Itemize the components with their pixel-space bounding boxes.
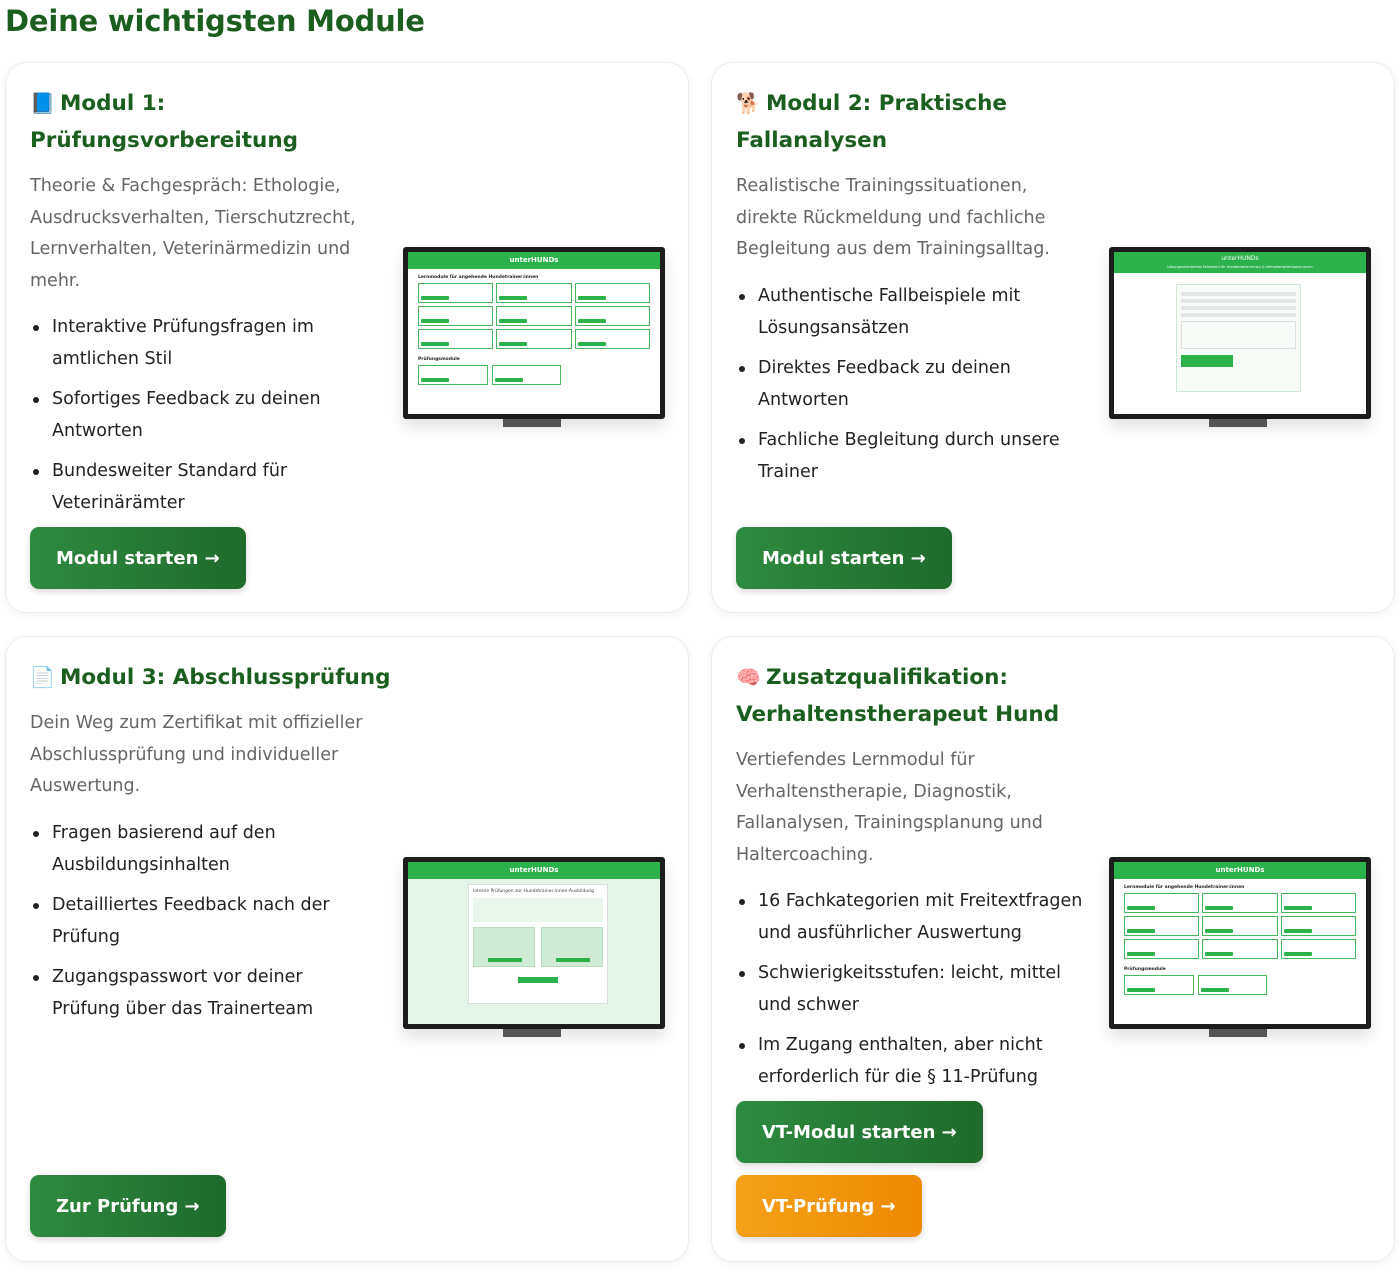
list-item: Im Zugang enthalten, aber nicht erforder…: [736, 1030, 1086, 1093]
start-module-button[interactable]: Modul starten →: [736, 527, 952, 589]
list-item: Sofortiges Feedback zu deinen Antworten: [30, 384, 375, 447]
brand-logo: unterHUNDs: [408, 252, 660, 269]
list-item: Schwierigkeitsstufen: leicht, mittel und…: [736, 958, 1086, 1021]
brand-logo: unterHUNDs: [1114, 862, 1366, 879]
go-to-exam-button[interactable]: Zur Prüfung →: [30, 1175, 226, 1237]
dog-icon: 🐕: [736, 91, 761, 115]
brand-logo: unterHUNDs: [1221, 255, 1259, 262]
module-description: Dein Weg zum Zertifikat mit offizieller …: [30, 713, 363, 796]
start-module-button[interactable]: Modul starten →: [30, 527, 246, 589]
book-icon: 📘: [30, 91, 55, 115]
list-item: Direktes Feedback zu deinen Antworten: [736, 353, 1081, 416]
module-card-2: 🐕 Modul 2: Praktische Fallanalysen Realis…: [711, 62, 1395, 613]
feature-list: 16 Fachkategorien mit Freitextfragen und…: [736, 886, 1086, 1102]
screenshot-preview: unterHUNDs Lösungsorientiertes Fallmodul…: [1109, 247, 1379, 430]
list-item: Fragen basierend auf den Ausbildungsinha…: [30, 818, 375, 881]
module-card-4: 🧠 Zusatzqualifikation: Verhaltenstherapeu…: [711, 636, 1395, 1262]
module-card-1: 📘 Modul 1: Prüfungsvorbereitung Theorie &…: [5, 62, 689, 613]
module-title: 📄 Modul 3: Abschlussprüfung: [30, 659, 430, 696]
module-description: Realistische Trainingssituationen, direk…: [736, 176, 1050, 259]
screenshot-preview: unterHUNDs Lernmodule für angehende Hund…: [403, 247, 673, 430]
document-icon: 📄: [30, 665, 55, 689]
feature-list: Fragen basierend auf den Ausbildungsinha…: [30, 818, 375, 1034]
module-card-3: 📄 Modul 3: Abschlussprüfung Dein Weg zum …: [5, 636, 689, 1262]
module-description: Theorie & Fachgespräch: Ethologie, Ausdr…: [30, 176, 356, 291]
list-item: 16 Fachkategorien mit Freitextfragen und…: [736, 886, 1086, 949]
list-item: Detailliertes Feedback nach der Prüfung: [30, 890, 375, 953]
module-description: Vertiefendes Lernmodul für Verhaltensthe…: [736, 750, 1043, 865]
vt-exam-button[interactable]: VT-Prüfung →: [736, 1175, 922, 1237]
list-item: Zugangspasswort vor deiner Prüfung über …: [30, 962, 375, 1025]
start-vt-module-button[interactable]: VT-Modul starten →: [736, 1101, 983, 1163]
feature-list: Authentische Fallbeispiele mit Lösungsan…: [736, 281, 1081, 497]
brain-icon: 🧠: [736, 665, 761, 689]
list-item: Bundesweiter Standard für Veterinärämter: [30, 456, 375, 519]
list-item: Fachliche Begleitung durch unsere Traine…: [736, 425, 1081, 488]
module-title: 📘 Modul 1: Prüfungsvorbereitung: [30, 85, 390, 159]
brand-logo: unterHUNDs: [408, 862, 660, 879]
module-title: 🐕 Modul 2: Praktische Fallanalysen: [736, 85, 1096, 159]
page-title: Deine wichtigsten Module: [5, 4, 425, 38]
feature-list: Interaktive Prüfungsfragen im amtlichen …: [30, 312, 375, 528]
module-title: 🧠 Zusatzqualifikation: Verhaltenstherapeu…: [736, 659, 1096, 733]
list-item: Authentische Fallbeispiele mit Lösungsan…: [736, 281, 1081, 344]
list-item: Interaktive Prüfungsfragen im amtlichen …: [30, 312, 375, 375]
screenshot-preview: unterHUNDs Lernmodule für angehende Hund…: [1109, 857, 1379, 1040]
screenshot-preview: unterHUNDs Interne Prüfungen zur Hundetr…: [403, 857, 673, 1040]
